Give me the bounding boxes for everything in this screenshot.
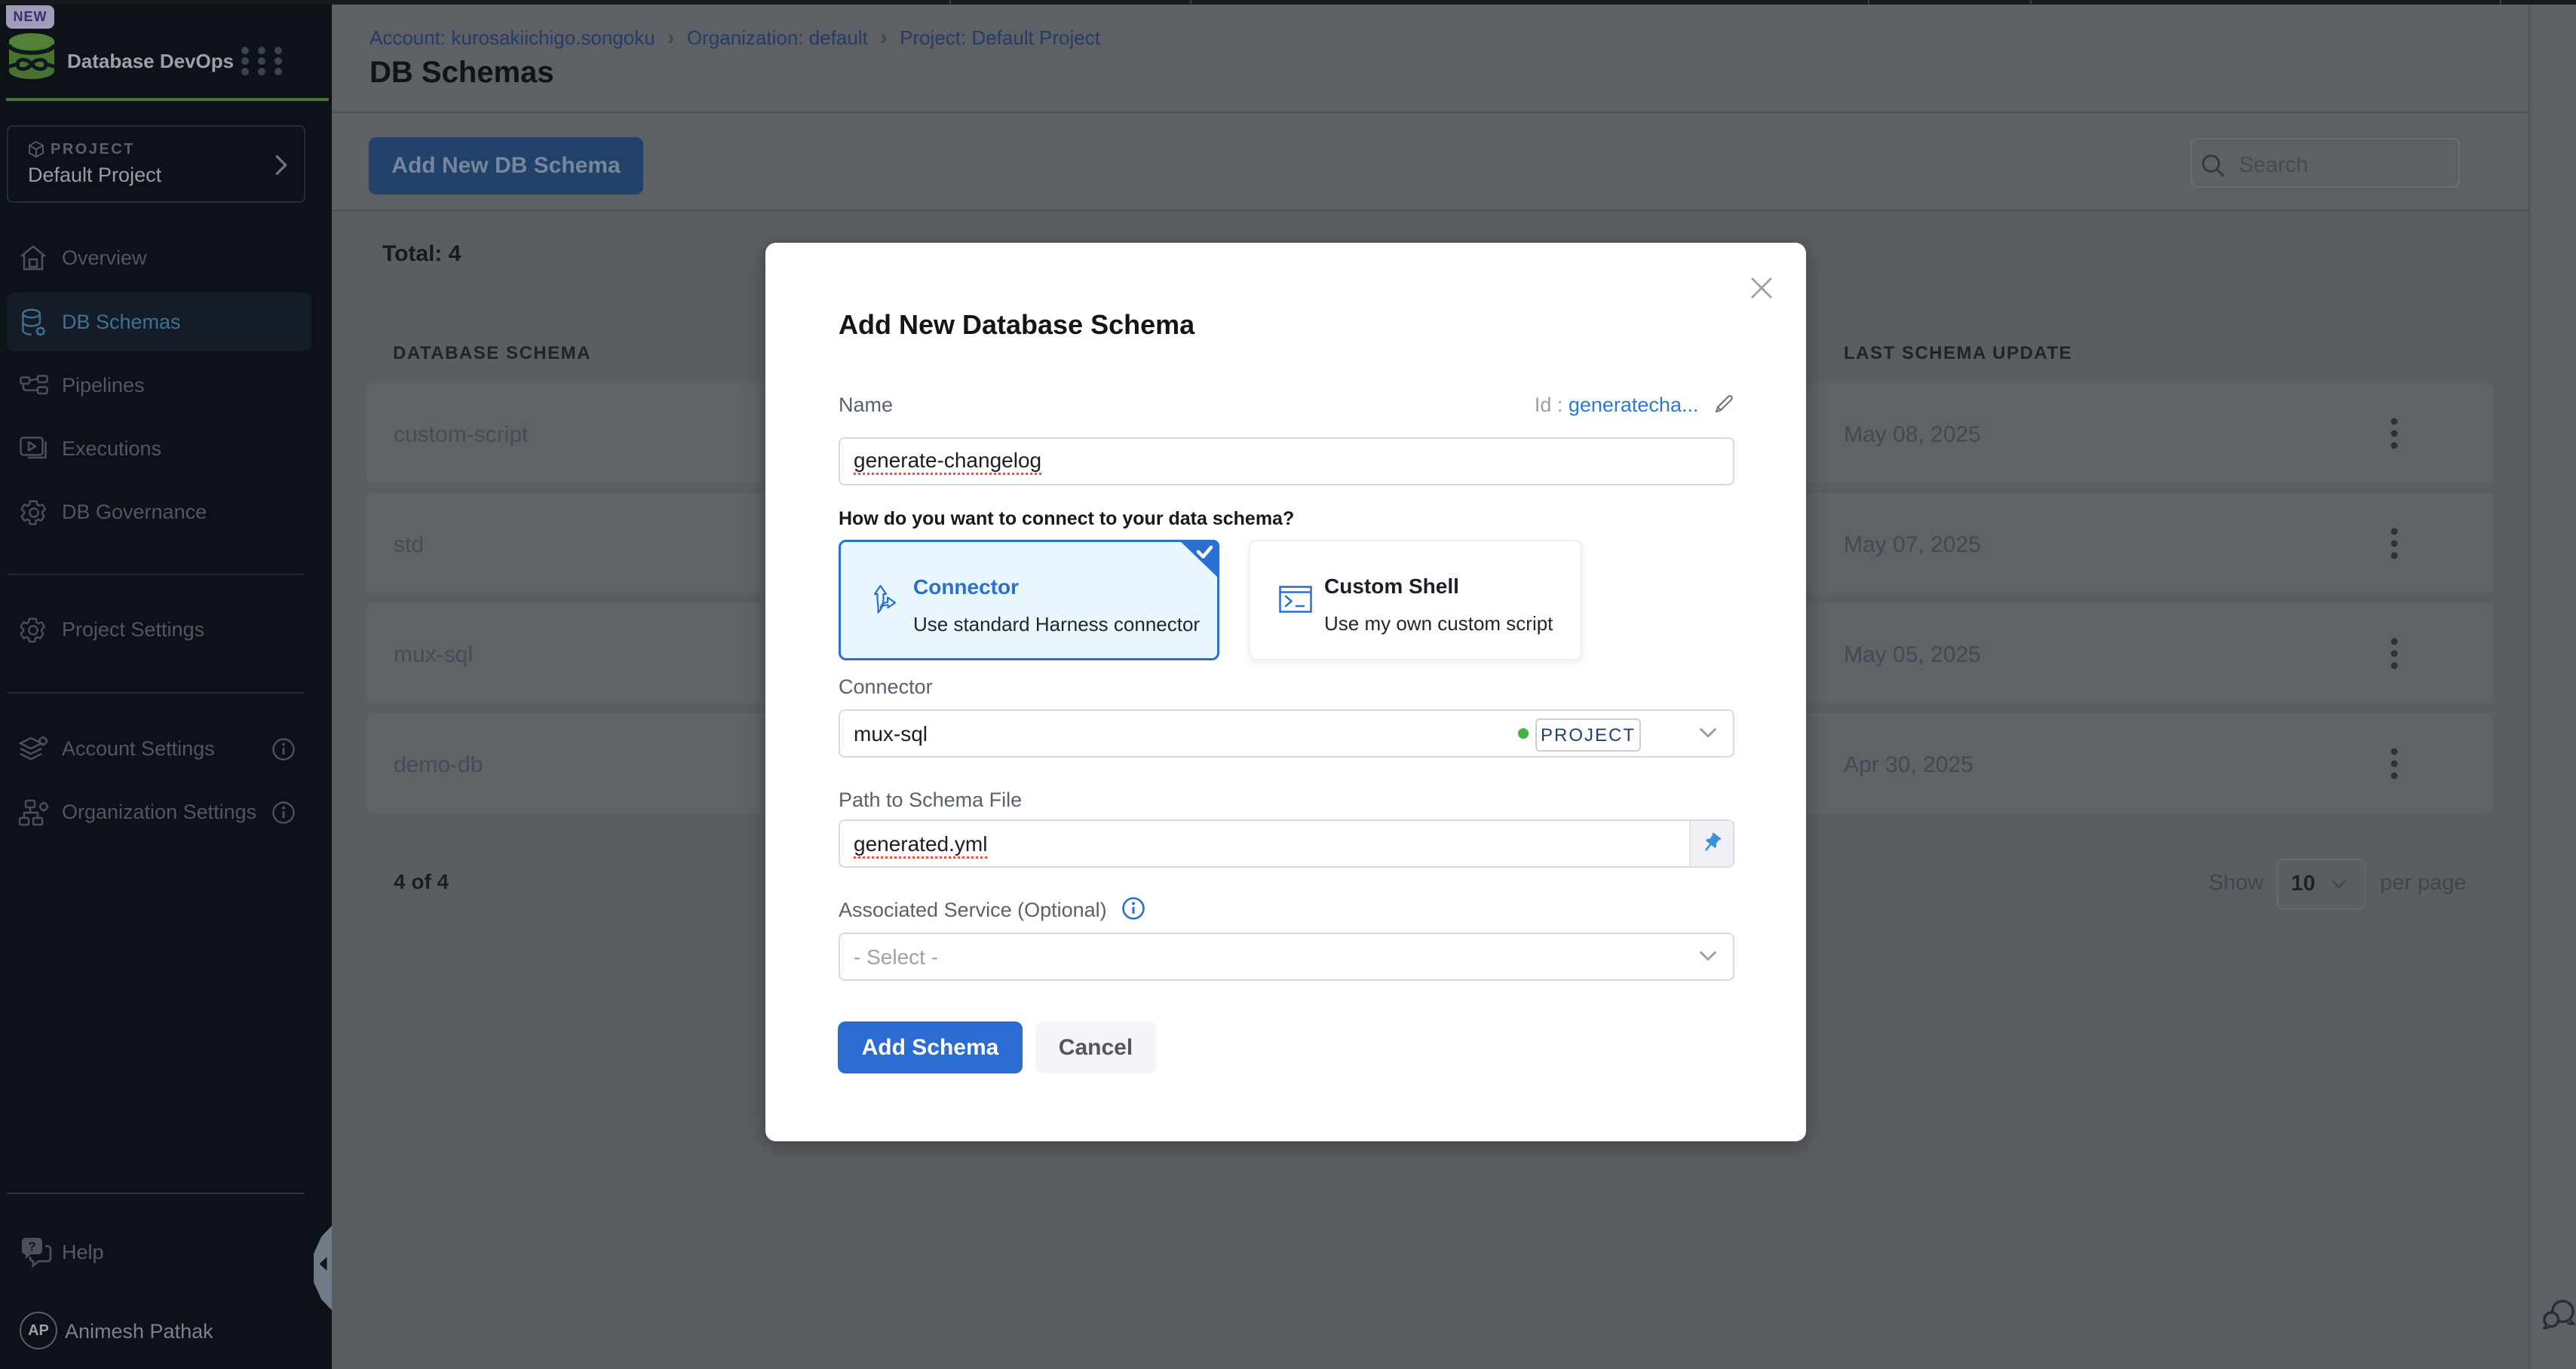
svg-text:?: ? xyxy=(28,1239,35,1254)
